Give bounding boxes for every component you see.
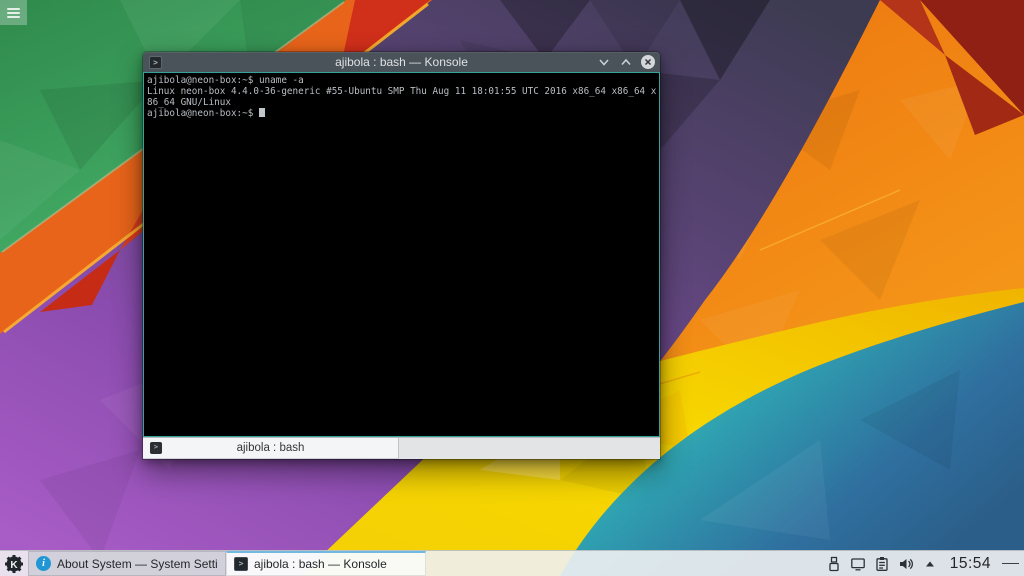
terminal-prompt-line: ajibola@neon-box:~$ bbox=[147, 108, 656, 119]
clipboard-icon[interactable] bbox=[874, 555, 891, 572]
terminal-line: Linux neon-box 4.4.0-36-generic #55-Ubun… bbox=[147, 86, 656, 97]
desktop-toolbox-button[interactable] bbox=[0, 0, 27, 25]
desktop: ajibola : bash — Konsole > bbox=[0, 0, 1024, 576]
app-launcher-button[interactable]: K bbox=[0, 551, 28, 576]
chevron-down-icon bbox=[598, 56, 610, 68]
tab-label: ajibola : bash bbox=[143, 442, 398, 454]
close-icon bbox=[643, 57, 653, 67]
taskbar-panel: K i About System — System Settings ... >… bbox=[0, 550, 1024, 576]
kde-launcher-icon: K bbox=[4, 554, 24, 574]
window-titlebar[interactable]: ajibola : bash — Konsole > bbox=[143, 52, 660, 72]
panel-settings-button[interactable] bbox=[1002, 555, 1019, 572]
task-label: About System — System Settings ... bbox=[57, 557, 218, 571]
chevron-up-icon bbox=[923, 557, 937, 571]
hamburger-icon bbox=[7, 6, 20, 20]
konsole-tab-bar: > ajibola : bash bbox=[143, 437, 660, 459]
device-notifier-icon[interactable] bbox=[826, 555, 843, 572]
terminal-line: 86_64 GNU/Linux bbox=[147, 97, 656, 108]
svg-text:K: K bbox=[10, 560, 18, 571]
konsole-icon: > bbox=[234, 557, 248, 571]
terminal-viewport[interactable]: ajibola@neon-box:~$ uname -a Linux neon-… bbox=[143, 72, 660, 437]
maximize-button[interactable] bbox=[619, 55, 633, 69]
task-label: ajibola : bash — Konsole bbox=[254, 557, 387, 571]
taskbar-task-konsole[interactable]: > ajibola : bash — Konsole bbox=[226, 551, 426, 576]
info-icon: i bbox=[36, 556, 51, 571]
terminal-line: ajibola@neon-box:~$ uname -a bbox=[147, 75, 656, 86]
taskbar-task-system-settings[interactable]: i About System — System Settings ... bbox=[28, 551, 226, 576]
panel-spacer bbox=[426, 551, 826, 576]
konsole-window: ajibola : bash — Konsole > bbox=[143, 52, 660, 459]
chevron-up-icon bbox=[620, 56, 632, 68]
window-title: ajibola : bash — Konsole bbox=[143, 55, 660, 69]
close-button[interactable] bbox=[641, 55, 655, 69]
expand-tray-button[interactable] bbox=[922, 555, 939, 572]
digital-clock[interactable]: 15:54 bbox=[946, 555, 995, 573]
terminal-cursor bbox=[259, 108, 265, 117]
audio-volume-icon[interactable] bbox=[898, 555, 915, 572]
tab-ajibola-bash[interactable]: > ajibola : bash bbox=[143, 438, 399, 459]
konsole-app-icon: > bbox=[149, 56, 162, 69]
system-tray: 15:54 bbox=[826, 551, 1024, 576]
display-icon[interactable] bbox=[850, 555, 867, 572]
minimize-button[interactable] bbox=[597, 55, 611, 69]
